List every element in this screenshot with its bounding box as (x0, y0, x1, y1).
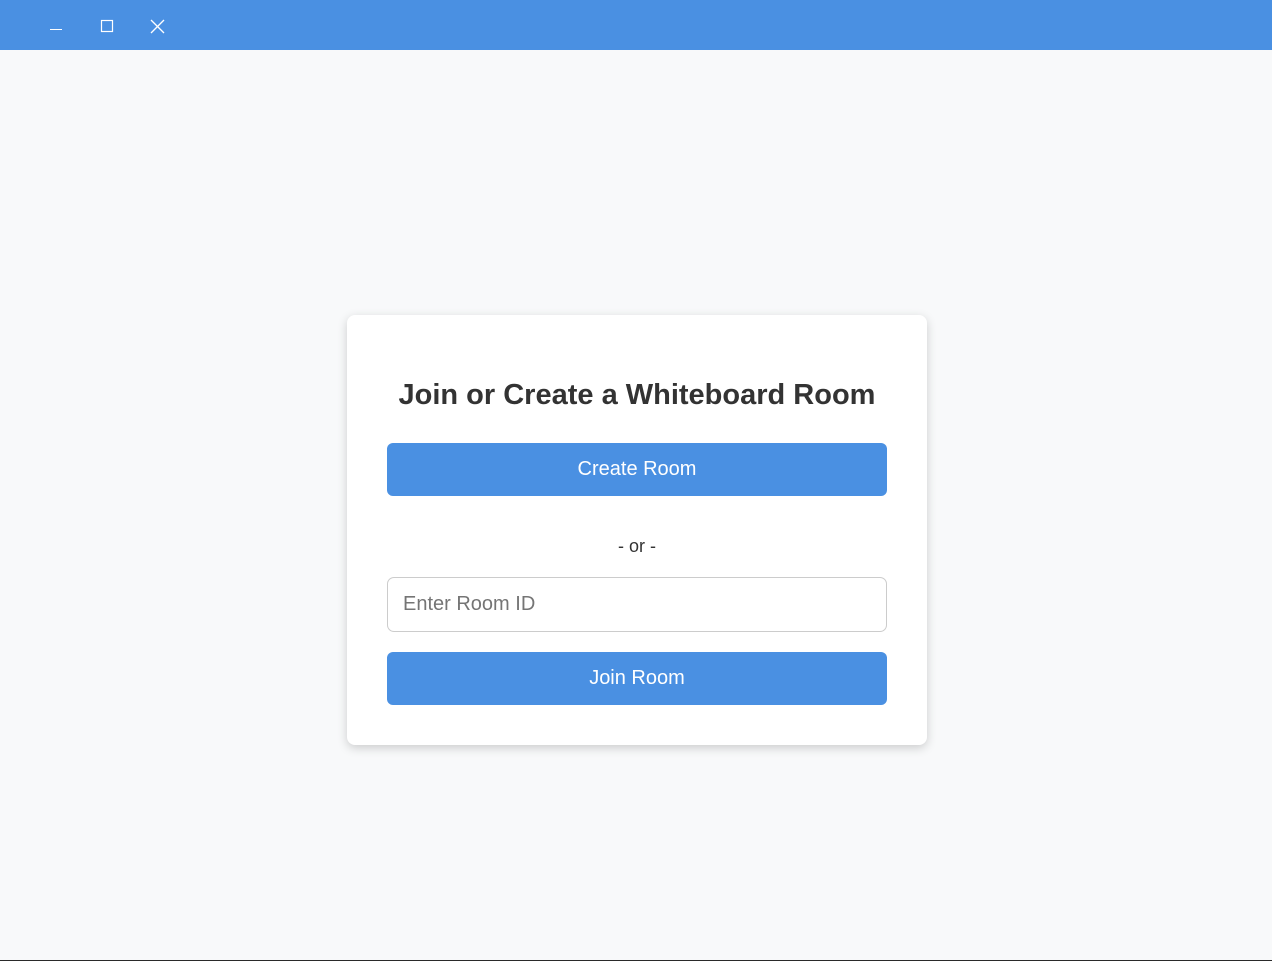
title-bar (0, 0, 1272, 50)
maximize-icon (100, 19, 114, 33)
maximize-button[interactable] (92, 10, 122, 40)
close-icon (150, 19, 165, 34)
close-button[interactable] (142, 10, 172, 40)
room-id-input[interactable] (387, 577, 887, 632)
join-room-button[interactable]: Join Room (387, 652, 887, 705)
or-divider: - or - (618, 536, 656, 556)
create-room-button[interactable]: Create Room (387, 443, 887, 496)
minimize-icon (50, 29, 62, 30)
card-title: Join or Create a Whiteboard Room (398, 379, 876, 411)
room-card: Join or Create a Whiteboard Room Create … (347, 315, 927, 745)
minimize-button[interactable] (41, 10, 71, 40)
